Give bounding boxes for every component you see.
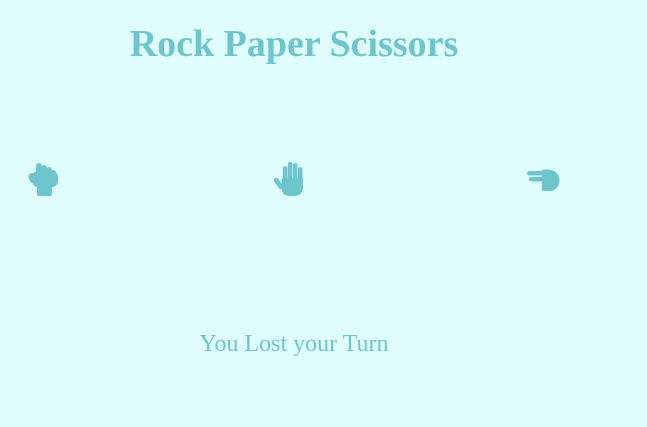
paper-button[interactable] bbox=[273, 160, 313, 200]
hand-scissors-icon bbox=[527, 169, 560, 191]
page-title: Rock Paper Scissors bbox=[129, 23, 459, 65]
hand-rock-icon bbox=[28, 163, 58, 196]
scissors-button[interactable] bbox=[524, 160, 564, 200]
result-message: You Lost your Turn bbox=[199, 331, 389, 357]
rock-button[interactable] bbox=[26, 160, 66, 200]
hand-paper-icon bbox=[273, 162, 303, 196]
